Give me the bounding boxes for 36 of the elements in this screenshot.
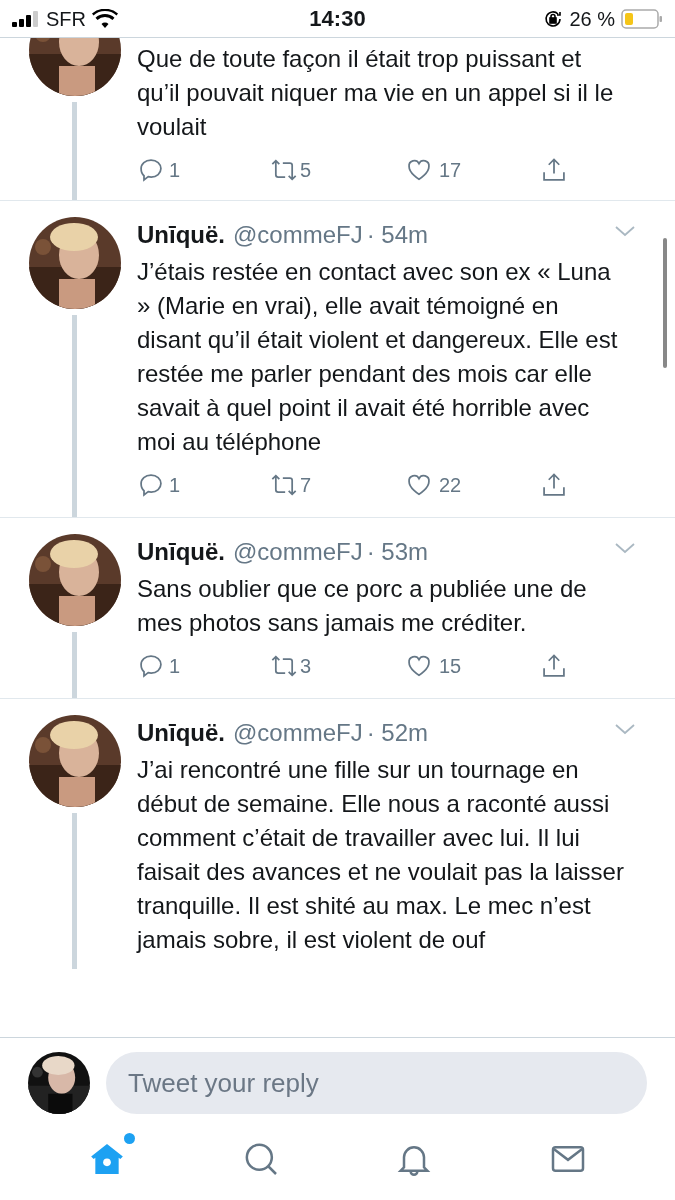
carrier-name: SFR (46, 6, 86, 32)
clock: 14:30 (309, 5, 366, 33)
retweet-count: 5 (300, 158, 312, 183)
reply-count: 1 (169, 473, 181, 498)
tweet-time: · 54m (366, 220, 429, 250)
author-handle[interactable]: @commeFJ (233, 715, 363, 751)
battery-percent: 26 % (569, 6, 615, 32)
tweet-text: J’ai rencontré une fille sur un tournage en début de semaine. Elle nous a raconté aussi comment c’était de travailler avec lui. Il lui faisait des avances et ne voulait pas la laisser tranquille. Il est shité au max. Le mec n’est jamais sobre, il est violent de ouf (137, 755, 625, 955)
reply-icon[interactable] (137, 156, 165, 184)
reply-count: 1 (169, 654, 181, 679)
share-icon[interactable] (540, 652, 568, 680)
tweet-text: Que de toute façon il était trop puissant et qu’il pouvait niquer ma vie en un appel si il le voulait (137, 44, 615, 142)
tweet-text: J’étais restée en contact avec son ex « Luna » (Marie en vrai), elle avait témoigné en disant qu’il était violent et dangereux. Elle est restée me parler pendant des mois car elle savait à quel point il avait été horrible avec moi au téléphone (137, 257, 619, 457)
like-count: 22 (439, 473, 462, 498)
author-handle[interactable]: @commeFJ (233, 534, 363, 570)
signal-icon (12, 10, 40, 27)
tweet-text: Sans oublier que ce porc a publiée une de mes photos sans jamais me créditer. (137, 574, 588, 638)
tweet-time: · 52m (366, 718, 429, 748)
reply-icon[interactable] (137, 652, 165, 680)
reply-count: 1 (169, 158, 181, 183)
wifi-icon (92, 8, 118, 29)
share-icon[interactable] (540, 156, 568, 184)
retweet-count: 3 (300, 654, 312, 679)
share-icon[interactable] (540, 471, 568, 499)
reply-icon[interactable] (137, 471, 165, 499)
reply-field[interactable]: Tweet your reply (106, 1052, 647, 1114)
rotation-lock-icon (543, 8, 564, 29)
battery-icon (621, 8, 663, 29)
like-count: 15 (439, 654, 462, 679)
author-name[interactable]: Unīquë. (137, 715, 225, 751)
author-name[interactable]: Unīquë. (137, 217, 225, 253)
author-name[interactable]: Unīquë. (137, 534, 225, 570)
retweet-count: 7 (300, 473, 312, 498)
like-count: 17 (439, 158, 462, 183)
author-handle[interactable]: @commeFJ (233, 217, 363, 253)
tweet-time: · 53m (366, 537, 429, 567)
